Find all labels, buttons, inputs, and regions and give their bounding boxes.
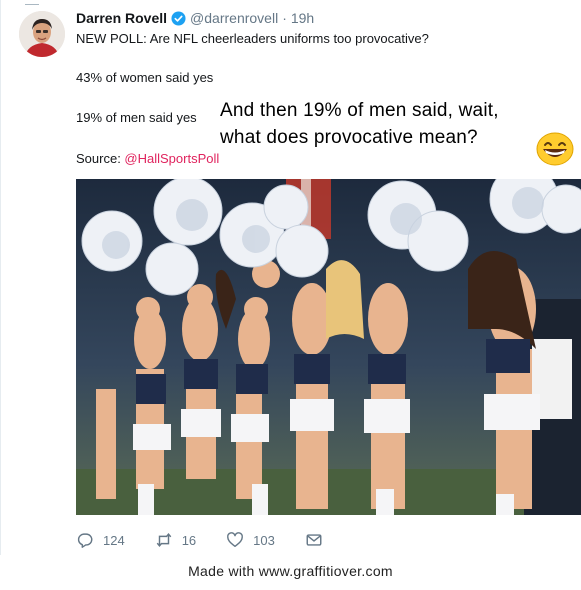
reply-icon xyxy=(77,533,93,548)
like-button[interactable]: 103 xyxy=(226,531,275,549)
retweet-icon xyxy=(156,533,172,547)
author-name[interactable]: Darren Rovell xyxy=(76,10,167,26)
avatar[interactable] xyxy=(19,11,65,57)
tweet-text-line: 19% of men said yes xyxy=(76,110,197,125)
tweet-actions: 124 16 103 xyxy=(76,530,362,550)
tweet-text-line: 43% of women said yes xyxy=(76,70,214,85)
envelope-icon xyxy=(306,534,322,546)
caption-line: what does provocative mean? xyxy=(220,127,478,148)
author-handle[interactable]: @darrenrovell xyxy=(190,10,278,26)
separator-dot: · xyxy=(282,10,287,26)
thread-connector xyxy=(25,0,39,5)
tweet-timestamp[interactable]: 19h xyxy=(291,10,314,26)
direct-message-button[interactable] xyxy=(305,531,332,549)
watermark-footer: Made with www.graffitiover.com xyxy=(188,563,393,579)
tweet-source-line: Source: @HallSportsPoll xyxy=(76,151,219,166)
graffiti-caption: And then 19% of men said, wait, what doe… xyxy=(220,97,499,151)
source-label: Source: xyxy=(76,151,125,166)
caption-line: And then 19% of men said, wait, xyxy=(220,100,499,121)
tweet-photo[interactable] xyxy=(76,179,581,515)
tweet-text-line: NEW POLL: Are NFL cheerleaders uniforms … xyxy=(76,31,429,46)
verified-badge-icon xyxy=(171,10,186,26)
tweet-header: Darren Rovell @darrenrovell · 19h xyxy=(76,10,314,26)
retweet-button[interactable]: 16 xyxy=(155,531,196,549)
source-mention-link[interactable]: @HallSportsPoll xyxy=(124,151,219,166)
reply-count: 124 xyxy=(103,532,125,548)
grinning-emoji-icon xyxy=(535,131,575,167)
like-count: 103 xyxy=(253,532,275,548)
reply-button[interactable]: 124 xyxy=(76,531,125,549)
heart-icon xyxy=(227,532,244,548)
tweet-card: Darren Rovell @darrenrovell · 19h NEW PO… xyxy=(0,0,581,555)
retweet-count: 16 xyxy=(181,532,197,548)
